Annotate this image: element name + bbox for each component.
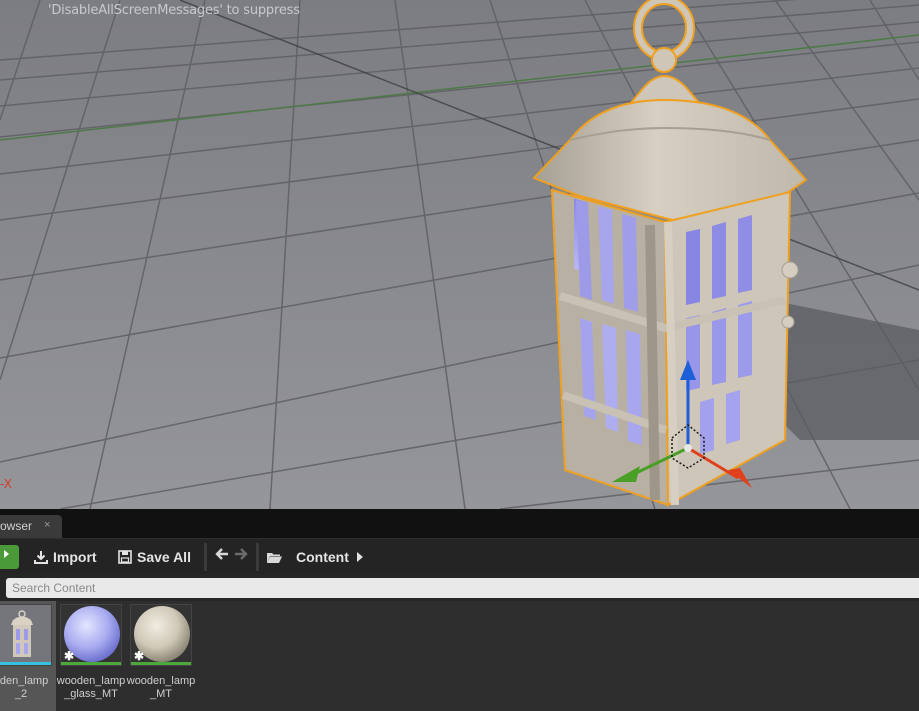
asset-grid: oden_lamp _2	[0, 601, 919, 711]
path-content-label: Content	[296, 549, 349, 565]
tab-strip: owser ×	[0, 509, 919, 538]
content-browser-toolbar: Import Save All Content	[0, 538, 919, 574]
forward-arrow-icon[interactable]	[234, 547, 248, 566]
asset-thumbnail: ✱	[60, 604, 122, 666]
import-button[interactable]: Import	[34, 545, 97, 569]
path-content-button[interactable]: Content	[266, 545, 349, 569]
close-icon[interactable]: ×	[44, 519, 50, 531]
toolbar-divider	[204, 543, 207, 571]
asset-tile[interactable]: ✱ wooden_lamp _glass_MT	[56, 601, 126, 711]
asset-type-bar	[0, 662, 51, 665]
search-content-input[interactable]	[6, 578, 919, 598]
asset-thumbnail: ✱	[130, 604, 192, 666]
lantern-thumbnail-icon	[0, 605, 51, 665]
save-all-label: Save All	[137, 549, 191, 565]
download-icon	[34, 551, 48, 564]
save-all-button[interactable]: Save All	[118, 545, 191, 569]
asset-tile[interactable]: ✱ wooden_lamp _MT	[126, 601, 196, 711]
content-browser: owser × Import Save All Content Search C…	[0, 509, 919, 711]
folder-icon	[267, 552, 282, 563]
toolbar-divider	[256, 543, 259, 571]
save-icon	[118, 550, 132, 564]
asset-name: wooden_lamp _glass_MT	[56, 675, 126, 700]
asterisk-icon: ✱	[134, 649, 145, 663]
axis-indicator-label: -X	[0, 477, 12, 491]
asterisk-icon: ✱	[64, 649, 75, 663]
tab-label: owser	[0, 519, 33, 533]
search-row	[0, 574, 919, 601]
add-new-button[interactable]	[0, 545, 19, 569]
tab-content-browser[interactable]: owser ×	[0, 515, 62, 538]
import-label: Import	[53, 549, 97, 565]
level-viewport[interactable]: 'DisableAllScreenMessages' to suppress -…	[0, 0, 919, 509]
caret-right-icon	[4, 550, 9, 558]
asset-name: oden_lamp _2	[0, 675, 49, 700]
back-arrow-icon[interactable]	[215, 547, 229, 566]
viewport-scene	[0, 0, 919, 509]
path-chevron-right-icon[interactable]	[356, 550, 364, 568]
screen-message: 'DisableAllScreenMessages' to suppress	[48, 3, 300, 18]
asset-thumbnail	[0, 604, 52, 666]
asset-tile[interactable]: oden_lamp _2	[0, 601, 56, 711]
asset-name: wooden_lamp _MT	[126, 675, 196, 700]
